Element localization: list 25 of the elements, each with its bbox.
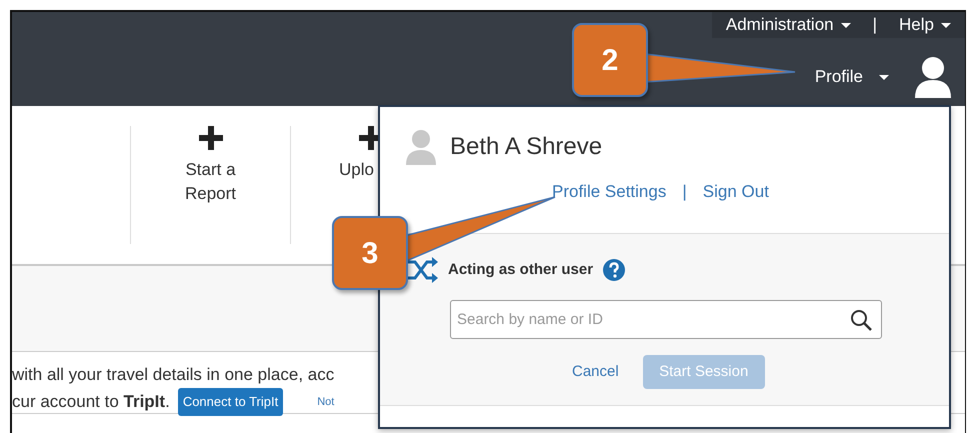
banner-text: with all your travel details in one place, acc <box>12 365 334 384</box>
search-icon[interactable] <box>850 309 872 331</box>
tile-label[interactable]: Start a Report <box>184 158 236 206</box>
banner-link[interactable]: Not <box>317 389 334 415</box>
connect-button[interactable]: Connect to TripIt <box>178 388 284 416</box>
administration-menu[interactable]: Administration <box>726 12 851 38</box>
help-icon[interactable] <box>603 259 626 281</box>
tile-label[interactable]: Uplo <box>339 158 374 182</box>
menu-separator: | <box>872 14 878 36</box>
profile-menu[interactable]: Profile <box>814 64 889 90</box>
sign-out-link[interactable]: Sign Out <box>702 179 769 204</box>
section-title: Acting as other user <box>448 260 594 280</box>
banner-text: cur account to TripIt. <box>12 391 170 413</box>
user-name: Beth A Shreve <box>450 132 602 162</box>
shuffle-icon <box>406 256 438 284</box>
search-field[interactable]: Search by name or ID <box>450 300 882 339</box>
cancel-link[interactable]: Cancel <box>572 360 619 384</box>
link-separator: | <box>682 181 687 203</box>
user-avatar-icon[interactable] <box>915 56 951 98</box>
user-avatar-icon <box>406 129 436 165</box>
callout-number: 3 <box>332 216 408 290</box>
plus-icon[interactable] <box>198 126 222 150</box>
help-menu[interactable]: Help <box>899 12 951 38</box>
profile-settings-link[interactable]: Profile Settings <box>552 179 666 204</box>
callout-number: 2 <box>572 23 648 97</box>
